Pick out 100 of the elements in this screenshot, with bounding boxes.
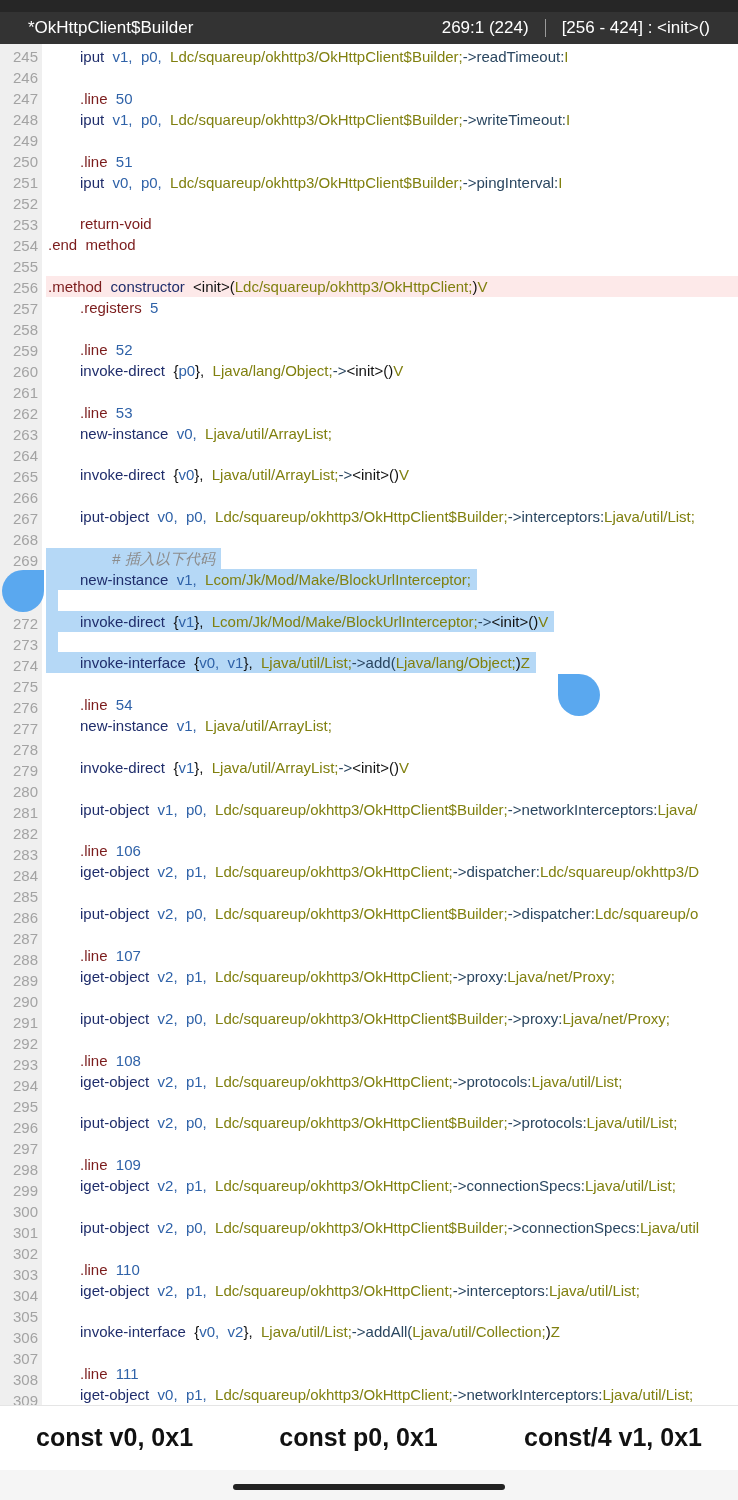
line-number: 265 (12, 468, 38, 485)
method-range: [256 - 424] : <init>() (561, 17, 710, 40)
line-number: 277 (12, 720, 38, 737)
line-number: 287 (12, 930, 38, 947)
code-line: iget-object v2, p1, Ldc/squareup/okhttp3/OkHttpClient;->proxy:Ljava/net/Proxy; (79, 967, 615, 987)
code-line: iget-object v0, p1, Ldc/squareup/okhttp3/OkHttpClient;->networkInterceptors:Ljava/util/List; (79, 1385, 694, 1405)
code-line: iget-object v2, p1, Ldc/squareup/okhttp3/OkHttpClient;->protocols:Ljava/util/List; (79, 1071, 623, 1092)
line-number: 245 (12, 48, 38, 65)
code-line: .method constructor <init>(Ldc/squareup/okhttp3/OkHttpClient;)V (47, 277, 489, 298)
line-number: 251 (12, 174, 38, 191)
line-number: 283 (12, 846, 38, 863)
line-number: 293 (12, 1056, 38, 1073)
code-line: iput-object v0, p0, Ldc/squareup/okhttp3/OkHttpClient$Builder;->interceptors:Ljava/util/List; (79, 507, 695, 528)
line-number: 259 (12, 342, 38, 359)
selection-handle[interactable] (2, 570, 44, 612)
line-number: 268 (12, 531, 38, 548)
code-line: .line 54 (79, 695, 133, 716)
code-line: .line 109 (79, 1155, 141, 1176)
line-number: 272 (12, 615, 38, 632)
code-line: iput-object v1, p0, Ldc/squareup/okhttp3/OkHttpClient$Builder;->networkInterceptors:Ljava/ (79, 799, 698, 820)
code-line: .line 53 (79, 402, 133, 423)
line-number: 258 (12, 321, 38, 338)
line-number: 252 (12, 195, 38, 212)
line-number: 305 (12, 1308, 38, 1325)
line-number: 276 (12, 699, 38, 716)
code-line: .line 50 (79, 88, 133, 109)
line-number: 246 (12, 69, 38, 86)
line-number: 250 (12, 153, 38, 170)
code-line: invoke-direct {p0}, Ljava/lang/Object;-><init>()V (79, 360, 404, 381)
line-number: 304 (12, 1287, 38, 1304)
line-number: 301 (12, 1224, 38, 1241)
line-number: 248 (12, 111, 38, 128)
line-number: 286 (12, 909, 38, 926)
line-number: 254 (12, 237, 38, 254)
code-line: .line 107 (79, 946, 141, 966)
code-line: invoke-interface {v0, v2}, Ljava/util/List;->addAll(Ljava/util/Collection;)Z (79, 1322, 560, 1343)
line-number: 253 (12, 216, 38, 233)
code-line: .line 111 (79, 1364, 139, 1385)
line-number: 257 (12, 300, 38, 317)
quick-input-button[interactable]: const p0, 0x1 (273, 1415, 444, 1461)
code-line: iput v0, p0, Ldc/squareup/okhttp3/OkHttpClient$Builder;->pingInterval:I (79, 172, 563, 193)
line-number: 262 (12, 405, 38, 422)
code-line: .line 108 (79, 1050, 141, 1071)
code-line: return-void (79, 214, 152, 235)
line-number: 303 (12, 1266, 38, 1283)
line-number: 278 (12, 741, 38, 758)
code-line: .registers 5 (79, 298, 159, 319)
line-number: 296 (12, 1119, 38, 1136)
code-line: iget-object v2, p1, Ldc/squareup/okhttp3/OkHttpClient;->interceptors:Ljava/util/List; (79, 1280, 640, 1301)
code-line: iget-object v2, p1, Ldc/squareup/okhttp3/OkHttpClient;->connectionSpecs:Ljava/util/List; (79, 1176, 676, 1197)
line-number: 260 (12, 363, 38, 380)
file-title: *OkHttpClient$Builder (28, 17, 195, 40)
line-number: 274 (12, 657, 38, 674)
line-number: 273 (12, 636, 38, 653)
line-number: 275 (12, 678, 38, 695)
line-number: 280 (12, 783, 38, 800)
line-number: 284 (12, 867, 38, 884)
line-number: 294 (12, 1077, 38, 1094)
line-number: 267 (12, 510, 38, 527)
code-line: .line 51 (79, 151, 133, 172)
selection-handle[interactable] (558, 674, 600, 716)
line-number: 289 (12, 972, 38, 989)
quick-input-button[interactable]: const v0, 0x1 (30, 1415, 200, 1461)
line-number: 300 (12, 1203, 38, 1220)
quick-input-button[interactable]: const/4 v1, 0x1 (518, 1415, 708, 1461)
line-number: 302 (12, 1245, 38, 1262)
code-line: iput-object v2, p0, Ldc/squareup/okhttp3/OkHttpClient$Builder;->dispatcher:Ldc/squareup/o (79, 904, 699, 925)
line-number: 298 (12, 1161, 38, 1178)
code-line: invoke-direct {v1}, Ljava/util/ArrayList;-><init>()V (79, 757, 409, 778)
line-number: 292 (12, 1035, 38, 1052)
line-number: 291 (12, 1014, 38, 1031)
line-number: 256 (12, 279, 38, 296)
line-number: 297 (12, 1140, 38, 1157)
code-line: iput-object v2, p0, Ldc/squareup/okhttp3/OkHttpClient$Builder;->proxy:Ljava/net/Proxy; (79, 1008, 670, 1029)
code-line: invoke-direct {v0}, Ljava/util/ArrayList;-><init>()V (79, 465, 409, 486)
cursor-position: 269:1 (224) (441, 17, 529, 40)
line-number: 266 (12, 489, 38, 506)
line-number: 247 (12, 90, 38, 107)
code-line: .end method (47, 235, 136, 256)
line-number: 263 (12, 426, 38, 443)
line-number: 308 (12, 1371, 38, 1388)
line-number: 282 (12, 825, 38, 842)
code-line: new-instance v1, Ljava/util/ArrayList; (79, 716, 332, 737)
line-number: 249 (12, 132, 38, 149)
line-number: 261 (12, 384, 38, 401)
code-line: new-instance v0, Ljava/util/ArrayList; (79, 423, 332, 444)
code-line: iput v1, p0, Ldc/squareup/okhttp3/OkHttpClient$Builder;->readTimeout:I (79, 47, 569, 67)
line-number: 255 (12, 258, 38, 275)
line-number: 295 (12, 1098, 38, 1115)
code-line: .line 106 (79, 841, 141, 862)
line-number: 307 (12, 1350, 38, 1367)
line-number: 306 (12, 1329, 38, 1346)
code-line: iput-object v2, p0, Ldc/squareup/okhttp3/OkHttpClient$Builder;->protocols:Ljava/util/List; (79, 1113, 678, 1134)
line-number: 299 (12, 1182, 38, 1199)
line-number: 290 (12, 993, 38, 1010)
line-number: 281 (12, 804, 38, 821)
line-number: 264 (12, 447, 38, 464)
code-line: .line 52 (79, 339, 133, 360)
code-line: iget-object v2, p1, Ldc/squareup/okhttp3/OkHttpClient;->dispatcher:Ldc/squareup/okhttp3/D (79, 862, 700, 883)
line-number: 288 (12, 951, 38, 968)
